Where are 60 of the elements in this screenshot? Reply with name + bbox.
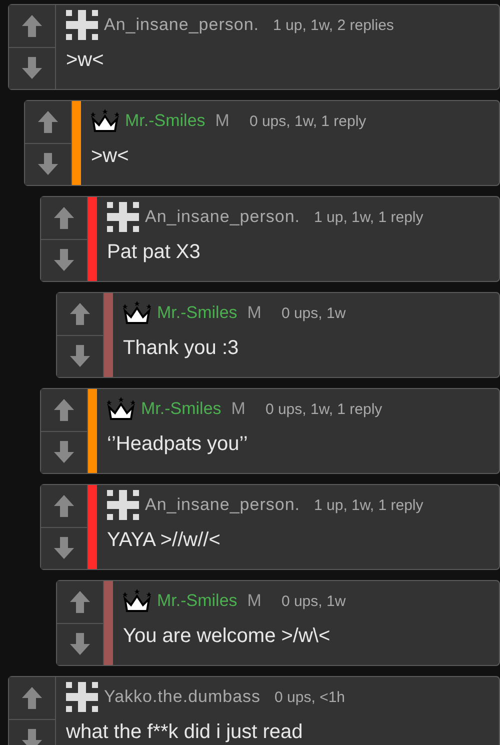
author-link[interactable]: Mr.-Smiles [157, 591, 238, 611]
upvote-button[interactable] [57, 293, 103, 336]
mod-label: M [215, 111, 230, 131]
up-arrow-icon [53, 494, 75, 518]
up-arrow-icon [69, 590, 91, 614]
upvote-button[interactable] [41, 485, 87, 528]
down-arrow-icon [53, 440, 75, 464]
comment-meta: 1 up, 1w, 2 replies [273, 16, 394, 34]
mod-label: M [231, 399, 246, 419]
comment-meta: 1 up, 1w, 1 reply [314, 208, 424, 226]
avatar-icon [107, 202, 139, 232]
down-arrow-icon [53, 536, 75, 560]
author-link[interactable]: Mr.-Smiles [157, 303, 238, 323]
upvote-button[interactable] [25, 101, 71, 144]
upvote-button[interactable] [57, 581, 103, 624]
down-arrow-icon [37, 152, 59, 176]
down-arrow-icon [69, 344, 91, 368]
comment-meta: 0 ups, 1w, 1 reply [265, 400, 382, 418]
upvote-button[interactable] [9, 677, 55, 720]
crown-icon [123, 301, 151, 325]
comment-text: >w< [66, 48, 105, 72]
comment-meta: 0 ups, 1w [281, 592, 346, 610]
up-arrow-icon [53, 206, 75, 230]
comment-text: Pat pat X3 [107, 240, 202, 264]
up-arrow-icon [53, 398, 75, 422]
up-arrow-icon [21, 14, 43, 38]
down-arrow-icon [21, 56, 43, 80]
avatar-icon [66, 682, 98, 712]
author-link[interactable]: Yakko.the.dumbass [104, 687, 261, 707]
avatar-icon [66, 10, 98, 40]
comment-meta: 0 ups, 1w [281, 304, 346, 322]
comment-meta: 0 ups, <1h [274, 688, 346, 706]
author-link[interactable]: Mr.-Smiles [141, 399, 222, 419]
author-link[interactable]: An_insane_person. [145, 495, 300, 515]
mod-label: M [247, 303, 262, 323]
comment-meta: 0 ups, 1w, 1 reply [249, 112, 366, 130]
crown-icon [107, 397, 135, 421]
upvote-button[interactable] [41, 389, 87, 432]
up-arrow-icon [37, 110, 59, 134]
upvote-button[interactable] [41, 197, 87, 240]
down-arrow-icon [53, 248, 75, 272]
comment-text: Thank you :3 [123, 336, 240, 360]
comment-text: what the f**k did i just read [66, 720, 304, 744]
down-arrow-icon [21, 728, 43, 745]
comment-text: >w< [91, 144, 130, 168]
author-link[interactable]: An_insane_person. [104, 15, 260, 35]
mod-label: M [247, 591, 262, 611]
comment-meta: 1 up, 1w, 1 reply [314, 496, 424, 514]
comment-text: ‘’Headpats you’’ [107, 432, 249, 456]
up-arrow-icon [21, 686, 43, 710]
author-link[interactable]: Mr.-Smiles [125, 111, 206, 131]
comment-text: YAYA >//w//< [107, 528, 222, 552]
crown-icon [123, 589, 151, 613]
up-arrow-icon [69, 302, 91, 326]
down-arrow-icon [69, 632, 91, 656]
crown-icon [91, 109, 119, 133]
avatar-icon [107, 490, 139, 520]
comment-text: You are welcome >/w\< [123, 624, 332, 648]
upvote-button[interactable] [9, 5, 55, 48]
author-link[interactable]: An_insane_person. [145, 207, 300, 227]
